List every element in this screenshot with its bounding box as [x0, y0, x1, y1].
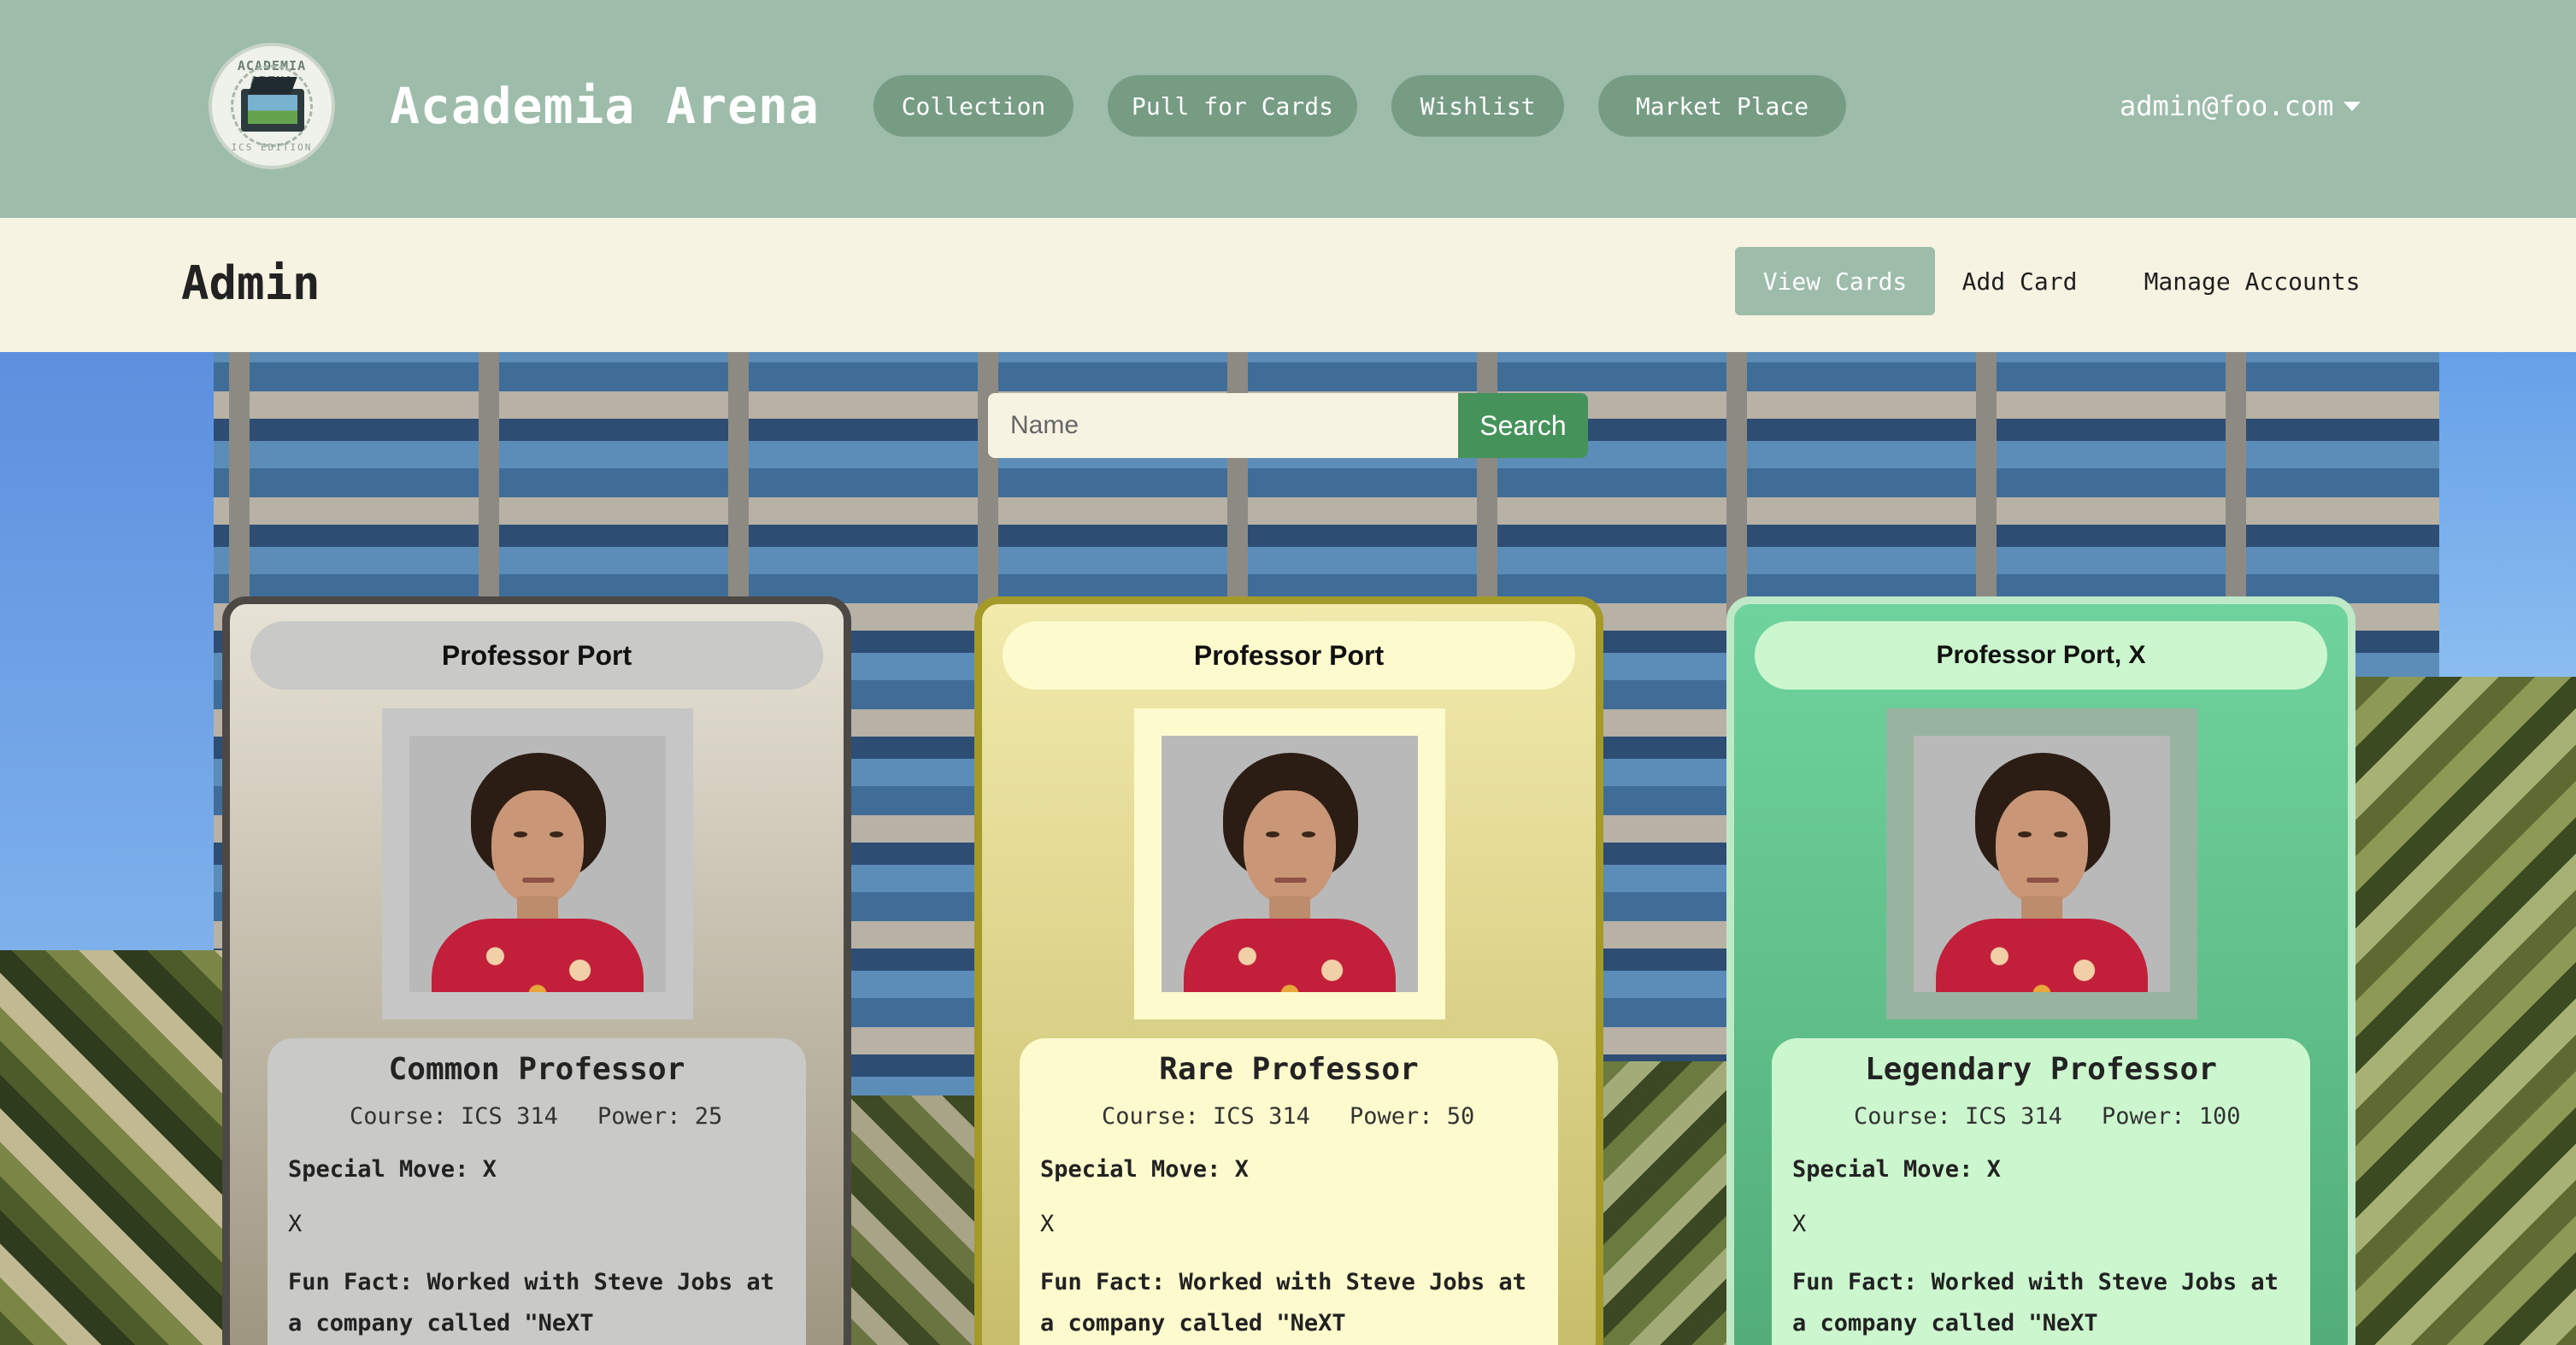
card-info-panel: Legendary Professor Course: ICS 314 Powe…: [1772, 1038, 2310, 1345]
tab-add-card[interactable]: Add Card: [1949, 247, 2091, 315]
nav-wishlist[interactable]: Wishlist: [1391, 75, 1564, 137]
card-info-panel: Common Professor Course: ICS 314 Power: …: [268, 1038, 806, 1345]
card-fun-fact: Fun Fact: Worked with Steve Jobs at a co…: [288, 1269, 774, 1336]
background-trees: [0, 950, 256, 1345]
card-photo-frame: [1134, 708, 1445, 1019]
nav-pull-for-cards[interactable]: Pull for Cards: [1108, 75, 1357, 137]
professor-photo: [409, 736, 666, 992]
card-course: Course: ICS 314: [1102, 1103, 1310, 1130]
card-course: Course: ICS 314: [350, 1103, 558, 1130]
card-course: Course: ICS 314: [1854, 1103, 2062, 1130]
professor-card-common[interactable]: Professor Port Common Professor Course: …: [222, 596, 851, 1345]
card-name: Professor Port, X: [1755, 621, 2327, 690]
card-fun-fact: Fun Fact: Worked with Steve Jobs at a co…: [1792, 1269, 2279, 1336]
professor-card-legendary[interactable]: Professor Port, X Legendary Professor Co…: [1726, 596, 2355, 1345]
navbar: ACADEMIA ARENA ICS EDITION Academia Aren…: [0, 0, 2576, 218]
main-content: Search Professor Port Common Professor C…: [0, 352, 2576, 1345]
background-trees-mid2: [1598, 1061, 1735, 1345]
professor-photo: [1914, 736, 2170, 992]
card-info-panel: Rare Professor Course: ICS 314 Power: 50…: [1020, 1038, 1558, 1345]
card-name: Professor Port: [250, 621, 823, 690]
user-email: admin@foo.com: [2120, 90, 2334, 122]
brand-title[interactable]: Academia Arena: [390, 77, 820, 135]
card-power: Power: 25: [597, 1103, 723, 1130]
laptop-icon: [241, 89, 304, 132]
card-special-move: Special Move: X: [288, 1156, 497, 1183]
card-special-desc: X: [1040, 1211, 1055, 1237]
search-button[interactable]: Search: [1458, 393, 1588, 458]
card-rarity: Common Professor: [388, 1052, 685, 1087]
card-power: Power: 50: [1350, 1103, 1475, 1130]
nav-collection[interactable]: Collection: [873, 75, 1073, 137]
card-fun-fact: Fun Fact: Worked with Steve Jobs at a co…: [1040, 1269, 1526, 1336]
card-power: Power: 100: [2102, 1103, 2241, 1130]
academia-arena-logo[interactable]: ACADEMIA ARENA ICS EDITION: [209, 43, 335, 169]
background-sky-right: [2439, 352, 2576, 711]
search-input[interactable]: [988, 393, 1458, 458]
card-photo-frame: [1886, 708, 2197, 1019]
card-name: Professor Port: [1003, 621, 1575, 690]
background-sky: [0, 352, 214, 967]
card-special-move: Special Move: X: [1792, 1156, 2001, 1183]
card-special-move: Special Move: X: [1040, 1156, 1249, 1183]
card-special-desc: X: [288, 1211, 303, 1237]
card-rarity: Rare Professor: [1159, 1052, 1419, 1087]
admin-subheader: Admin View Cards Add Card Manage Account…: [0, 218, 2576, 352]
card-rarity: Legendary Professor: [1865, 1052, 2217, 1087]
search-form: Search: [988, 393, 1588, 458]
professor-photo: [1162, 736, 1418, 992]
card-special-desc: X: [1792, 1211, 1807, 1237]
tab-view-cards[interactable]: View Cards: [1735, 247, 1935, 315]
user-menu-dropdown[interactable]: admin@foo.com: [2120, 85, 2361, 126]
background-trees-right: [2354, 677, 2576, 1345]
nav-market-place[interactable]: Market Place: [1598, 75, 1846, 137]
logo-text-bottom: ICS EDITION: [231, 142, 313, 153]
page-title: Admin: [181, 256, 321, 310]
tab-manage-accounts[interactable]: Manage Accounts: [2111, 247, 2393, 315]
card-photo-frame: [382, 708, 693, 1019]
graduation-cap-icon: [248, 77, 297, 94]
background-trees-mid: [846, 1095, 974, 1345]
caret-down-icon: [2344, 101, 2361, 111]
professor-card-rare[interactable]: Professor Port Rare Professor Course: IC…: [974, 596, 1603, 1345]
